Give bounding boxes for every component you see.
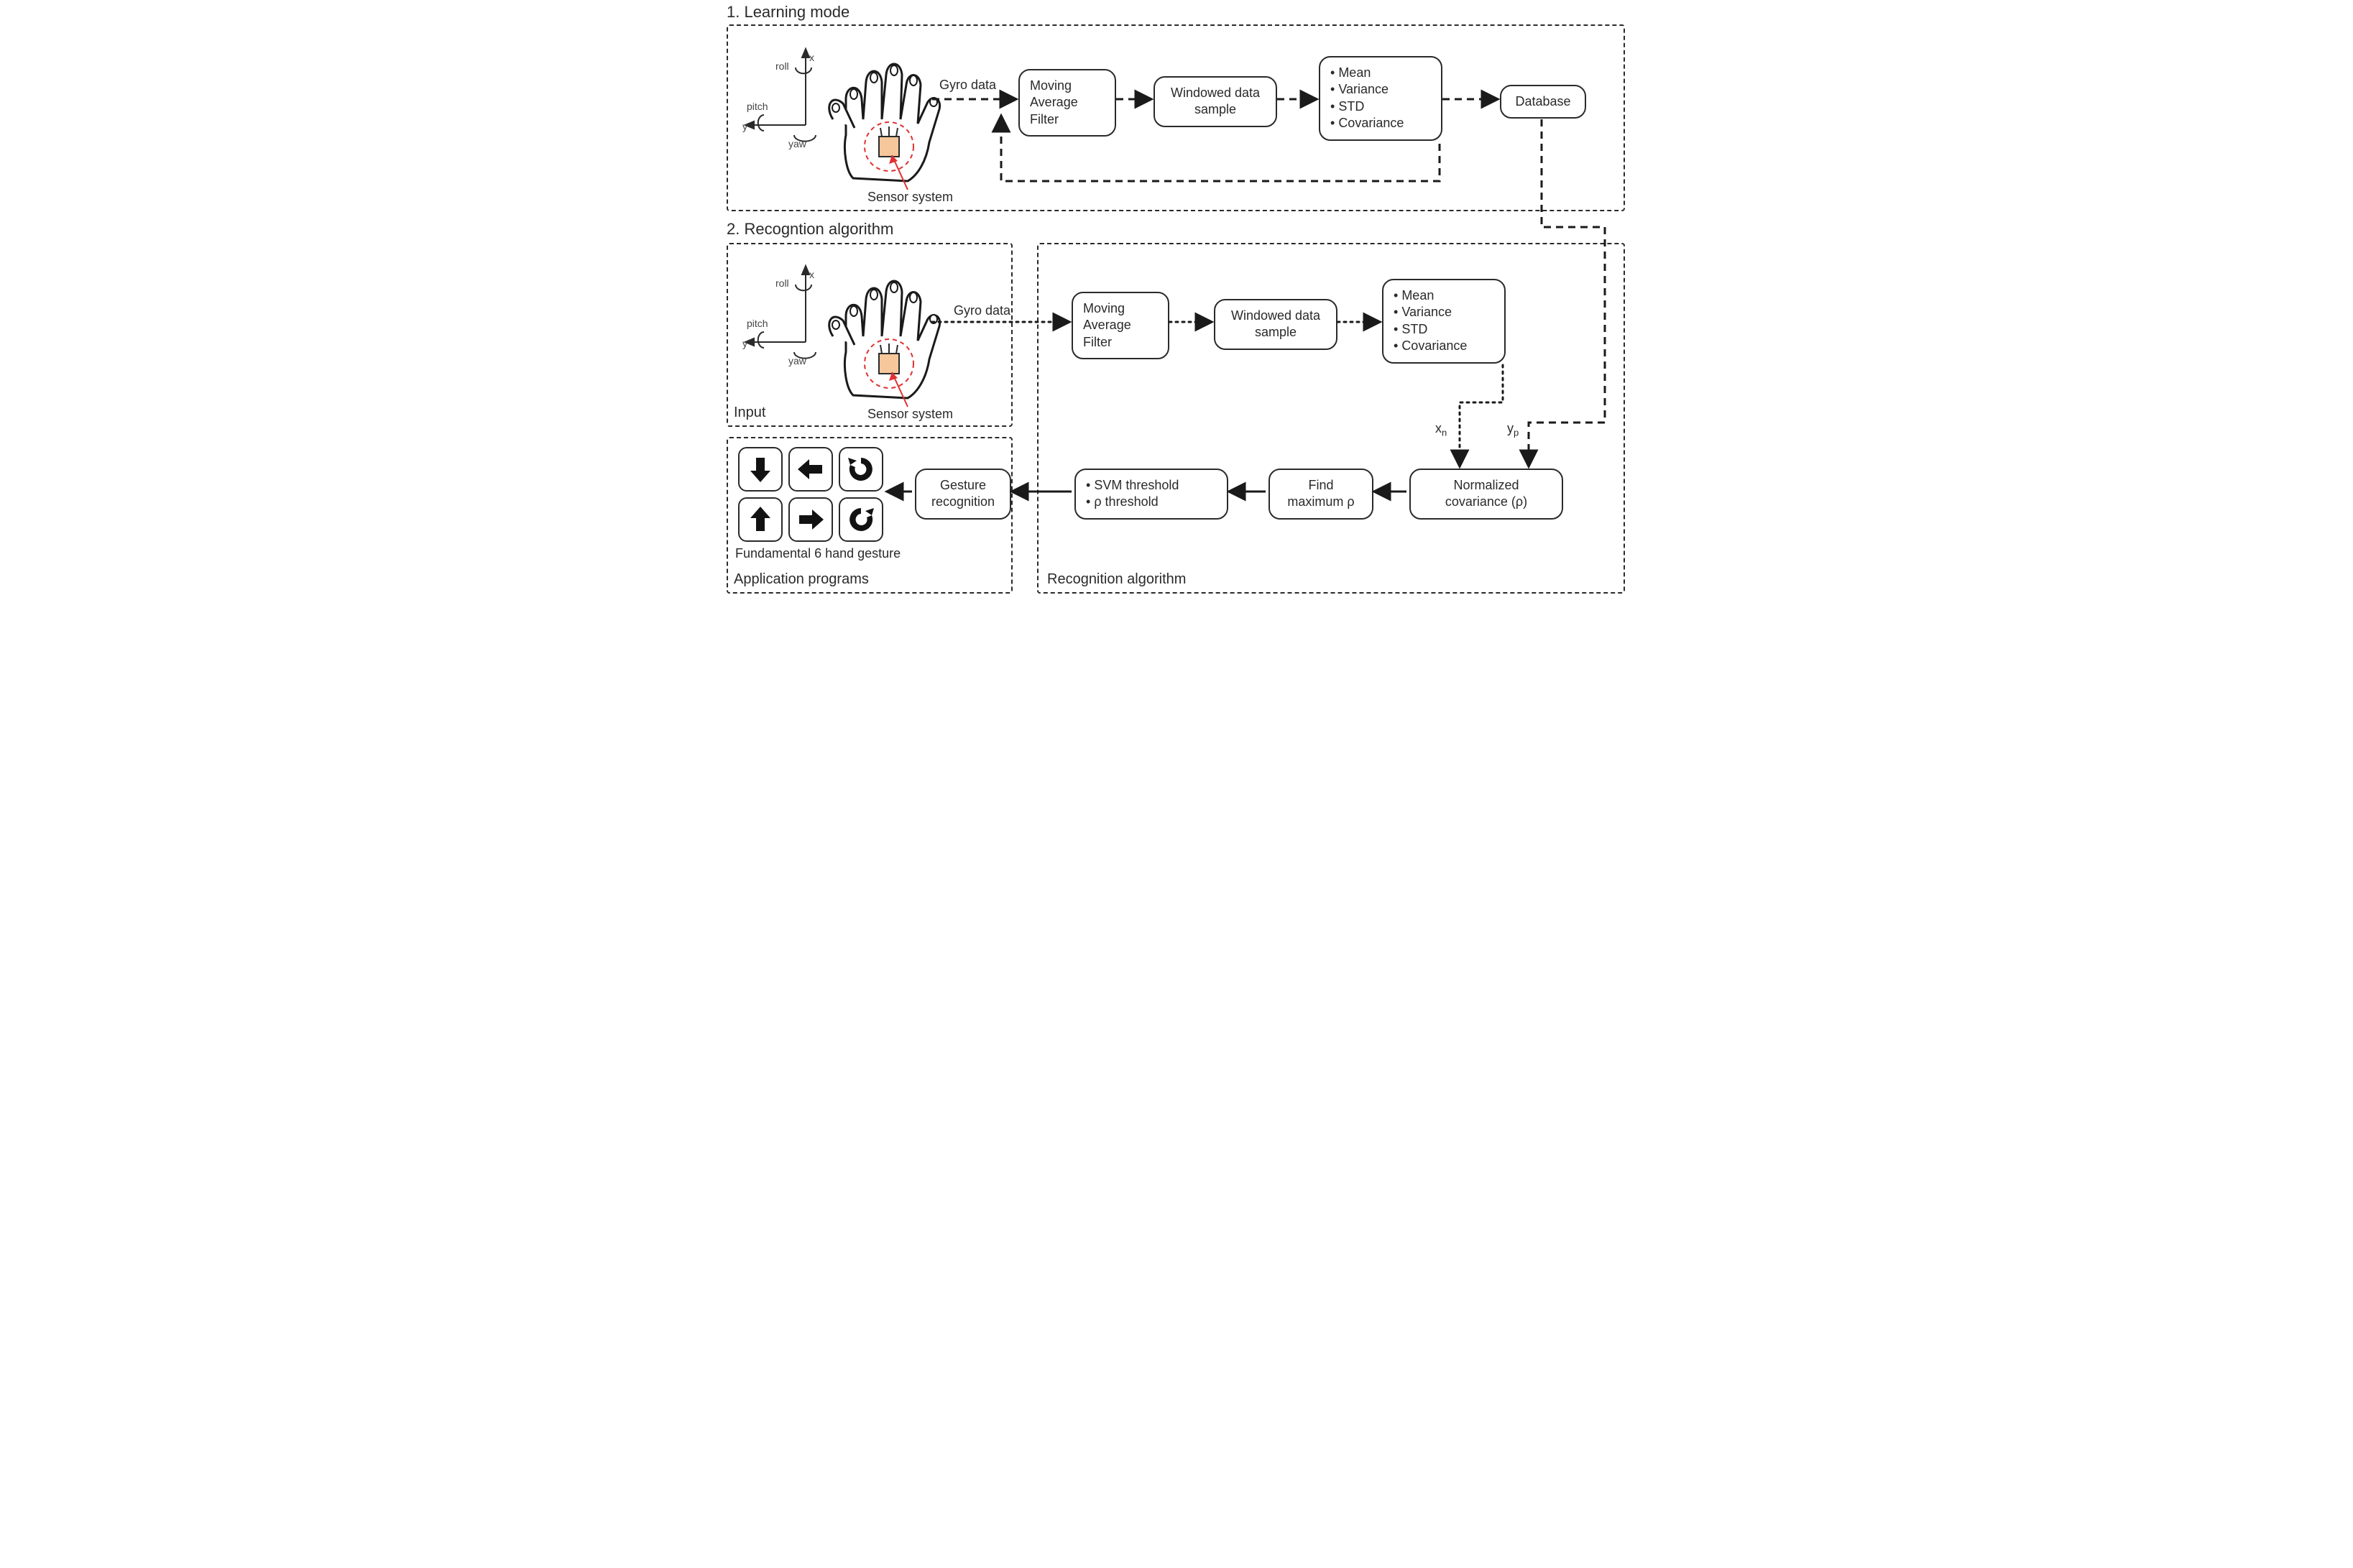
moving-average-filter-text-recog: Moving Average Filter bbox=[1073, 293, 1168, 358]
find-max-text: Find maximum ρ bbox=[1270, 470, 1372, 518]
gesture-cw-icon bbox=[839, 447, 883, 492]
feature-mean-learning: Mean bbox=[1330, 65, 1431, 81]
diagram-root: 1. Learning mode 2. Recogntion algorithm… bbox=[717, 0, 1636, 618]
gesture-up-icon bbox=[738, 497, 783, 542]
feature-variance-recog: Variance bbox=[1394, 304, 1494, 320]
gesture-ccw-icon bbox=[839, 497, 883, 542]
axis-roll-label-input: roll bbox=[775, 277, 789, 289]
axis-yaw-label-input: yaw bbox=[788, 355, 806, 366]
windowed-data-text-learning: Windowed data sample bbox=[1155, 78, 1276, 126]
gyro-data-label-input: Gyro data bbox=[954, 303, 1010, 318]
windowed-data-text-recog: Windowed data sample bbox=[1215, 300, 1336, 349]
find-max-box: Find maximum ρ bbox=[1268, 469, 1373, 520]
axis-x-label-input: x bbox=[809, 269, 814, 280]
database-box: Database bbox=[1500, 85, 1586, 119]
section-2-title: 2. Recogntion algorithm bbox=[727, 220, 893, 239]
axis-yaw-label-learning: yaw bbox=[788, 138, 806, 149]
feature-variance-learning: Variance bbox=[1330, 81, 1431, 98]
gesture-recognition-text: Gesture recognition bbox=[916, 470, 1010, 518]
axis-pitch-label-learning: pitch bbox=[747, 101, 768, 112]
feature-cov-learning: Covariance bbox=[1330, 115, 1431, 132]
sensor-system-label-learning: Sensor system bbox=[867, 190, 953, 205]
xn-label: xn bbox=[1435, 421, 1447, 438]
gyro-data-label-learning: Gyro data bbox=[939, 78, 996, 93]
axis-x-label-learning: x bbox=[809, 52, 814, 63]
hand-svg-learning bbox=[738, 34, 975, 207]
gesture-down-icon bbox=[738, 447, 783, 492]
feature-mean-recog: Mean bbox=[1394, 287, 1494, 304]
fundamental-gestures-label: Fundamental 6 hand gesture bbox=[735, 546, 901, 561]
gesture-right-icon bbox=[788, 497, 833, 542]
windowed-data-box-learning: Windowed data sample bbox=[1154, 76, 1277, 127]
feature-cov-recog: Covariance bbox=[1394, 338, 1494, 354]
feature-std-learning: STD bbox=[1330, 98, 1431, 115]
app-region-label: Application programs bbox=[734, 571, 869, 588]
windowed-data-box-recog: Windowed data sample bbox=[1214, 299, 1337, 350]
features-box-recog: Mean Variance STD Covariance bbox=[1382, 279, 1506, 364]
axis-y-label-learning: y bbox=[742, 121, 747, 132]
hand-illustration-input: x y roll pitch yaw bbox=[738, 252, 1004, 424]
threshold-svm: SVM threshold bbox=[1086, 477, 1217, 494]
feature-std-recog: STD bbox=[1394, 321, 1494, 338]
normalized-covariance-box: Normalized covariance (ρ) bbox=[1409, 469, 1563, 520]
gesture-left-icon bbox=[788, 447, 833, 492]
normalized-covariance-text: Normalized covariance (ρ) bbox=[1411, 470, 1562, 518]
threshold-rho: ρ threshold bbox=[1086, 494, 1217, 510]
features-box-learning: Mean Variance STD Covariance bbox=[1319, 56, 1442, 141]
hand-illustration-learning: x y roll pitch yaw bbox=[738, 34, 975, 207]
section-1-title: 1. Learning mode bbox=[727, 3, 849, 22]
axis-pitch-label-input: pitch bbox=[747, 318, 768, 329]
axis-y-label-input: y bbox=[742, 338, 747, 349]
yp-label: yp bbox=[1507, 421, 1519, 438]
threshold-box: SVM threshold ρ threshold bbox=[1074, 469, 1228, 520]
database-text: Database bbox=[1501, 86, 1585, 117]
sensor-system-label-input: Sensor system bbox=[867, 407, 953, 422]
moving-average-filter-box-learning: Moving Average Filter bbox=[1018, 69, 1116, 137]
moving-average-filter-text-learning: Moving Average Filter bbox=[1020, 70, 1115, 135]
gesture-recognition-box: Gesture recognition bbox=[915, 469, 1011, 520]
recog-region-label: Recognition algorithm bbox=[1047, 571, 1186, 588]
moving-average-filter-box-recog: Moving Average Filter bbox=[1072, 292, 1169, 359]
axis-roll-label-learning: roll bbox=[775, 60, 789, 72]
